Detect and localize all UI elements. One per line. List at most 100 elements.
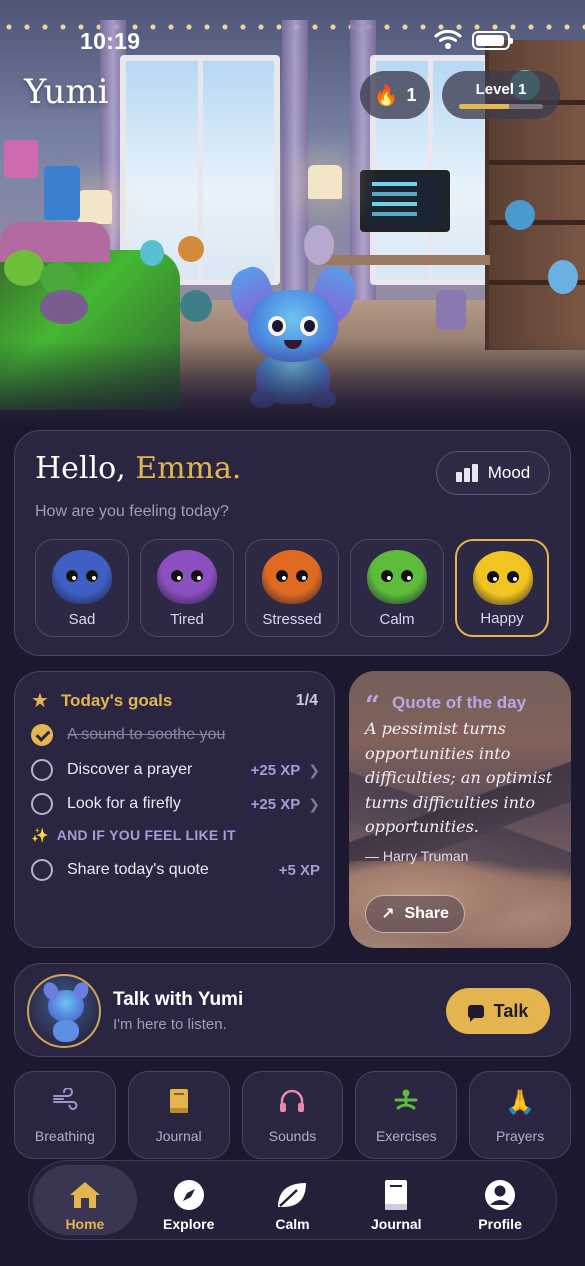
arrow-up-right-icon: ↗ xyxy=(381,906,395,923)
profile-icon xyxy=(448,1179,552,1211)
mood-label: Happy xyxy=(480,610,524,627)
tab-explore[interactable]: Explore xyxy=(137,1165,241,1235)
chevron-right-icon: ❯ xyxy=(308,761,320,778)
stressed-monster-icon xyxy=(262,550,322,604)
goal-item[interactable]: Discover a prayer +25 XP ❯ xyxy=(31,757,320,783)
tab-label: Home xyxy=(65,1216,105,1232)
streak-count: 1 xyxy=(406,84,417,105)
mood-label: Stressed xyxy=(262,611,322,628)
level-badge[interactable]: Level 1 xyxy=(442,71,560,119)
wifi-icon xyxy=(434,29,462,49)
goal-label: Share today's quote xyxy=(67,861,209,878)
share-button[interactable]: ↗ Share xyxy=(365,895,465,933)
mood-label: Tired xyxy=(170,611,204,628)
quote-mark-icon: “ xyxy=(365,691,380,721)
mood-label: Calm xyxy=(379,611,415,628)
chat-bubble-icon xyxy=(467,1004,484,1022)
tab-label: Calm xyxy=(275,1216,310,1232)
tab-home[interactable]: Home xyxy=(33,1165,137,1235)
shelf-toy xyxy=(548,260,578,294)
mood-options: Sad Tired Stressed Calm Happy xyxy=(35,539,552,637)
tool-prayers[interactable]: 🙏 Prayers xyxy=(469,1071,571,1159)
talk-subtitle: I'm here to listen. xyxy=(113,1016,227,1033)
level-progress-fill xyxy=(459,104,510,109)
mood-label: Sad xyxy=(68,611,96,628)
desk xyxy=(320,255,490,265)
mood-question: How are you feeling today? xyxy=(35,503,229,520)
greeting: Hello, Emma. xyxy=(35,451,241,486)
tab-profile[interactable]: Profile xyxy=(448,1165,552,1235)
tool-breathing[interactable]: Breathing xyxy=(14,1071,116,1159)
goal-xp: +25 XP xyxy=(250,795,301,813)
bottom-tab-bar: Home Explore Calm Journal Profile xyxy=(28,1160,557,1240)
quote-title: Quote of the day xyxy=(391,693,527,712)
quote-of-the-day-card: “ Quote of the day A pessimist turns opp… xyxy=(349,671,571,948)
unchecked-circle-icon[interactable] xyxy=(31,793,53,815)
goal-item[interactable]: A sound to soothe you xyxy=(31,722,320,748)
tab-journal[interactable]: Journal xyxy=(344,1165,448,1235)
user-name: Emma. xyxy=(135,451,242,486)
toy-robot xyxy=(436,290,466,330)
tab-calm[interactable]: Calm xyxy=(241,1165,345,1235)
praying-hands-icon: 🙏 xyxy=(505,1089,536,1116)
goal-item[interactable]: Look for a firefly +25 XP ❯ xyxy=(31,791,320,817)
tab-label: Explore xyxy=(163,1216,215,1232)
mood-option-calm[interactable]: Calm xyxy=(350,539,444,637)
leaf-icon xyxy=(241,1179,345,1211)
talk-button[interactable]: Talk xyxy=(446,988,550,1034)
tool-label: Exercises xyxy=(375,1128,437,1144)
shelf-toy xyxy=(505,200,535,230)
app-title: Yumi xyxy=(24,72,109,112)
talk-with-yumi-card[interactable]: Talk with Yumi I'm here to listen. Talk xyxy=(14,963,571,1057)
bar-chart-icon xyxy=(455,464,478,482)
battery-icon xyxy=(472,31,513,50)
star-icon: ★ xyxy=(31,690,49,712)
toy-monster xyxy=(178,236,204,262)
lamp xyxy=(78,190,112,224)
calm-monster-icon xyxy=(367,550,427,604)
tool-label: Journal xyxy=(155,1128,202,1144)
mood-option-stressed[interactable]: Stressed xyxy=(245,539,339,637)
streak-badge[interactable]: 🔥 1 xyxy=(360,71,430,119)
tool-journal[interactable]: Journal xyxy=(127,1071,230,1159)
toy-monster xyxy=(180,290,212,322)
mood-option-happy[interactable]: Happy xyxy=(455,539,549,637)
toy-monster xyxy=(304,225,334,265)
checked-circle-icon[interactable] xyxy=(31,724,53,746)
plush-monster xyxy=(40,290,88,324)
mood-history-button[interactable]: Mood xyxy=(436,451,550,495)
mood-option-tired[interactable]: Tired xyxy=(140,539,234,637)
goal-item[interactable]: Share today's quote +5 XP xyxy=(31,857,320,883)
todays-goals-card: ★ Today's goals 1/4 A sound to soothe yo… xyxy=(14,671,335,948)
wind-icon xyxy=(15,1087,115,1120)
quote-header: “ Quote of the day xyxy=(365,687,526,719)
goals-title: Today's goals xyxy=(60,690,173,710)
meditation-icon xyxy=(356,1088,456,1120)
mood-option-sad[interactable]: Sad xyxy=(35,539,129,637)
mood-button-label: Mood xyxy=(487,463,531,482)
quick-tools: Breathing Journal Sounds Exercises 🙏 Pra… xyxy=(14,1071,571,1159)
chevron-right-icon: ❯ xyxy=(308,795,320,812)
unchecked-circle-icon[interactable] xyxy=(31,859,53,881)
tool-label: Sounds xyxy=(268,1128,317,1144)
sad-monster-icon xyxy=(52,550,112,604)
sparkles-icon: ✨ xyxy=(31,827,49,843)
level-progress-bar xyxy=(459,104,543,109)
goal-label: Look for a firefly xyxy=(67,795,181,812)
toy-monster xyxy=(140,240,164,266)
goals-header: ★ Today's goals 1/4 xyxy=(31,688,318,713)
tab-label: Profile xyxy=(478,1216,522,1232)
talk-button-label: Talk xyxy=(493,1000,529,1021)
quote-author: — Harry Truman xyxy=(365,848,469,864)
tool-exercises[interactable]: Exercises xyxy=(355,1071,458,1159)
quote-text: A pessimist turns opportunities into dif… xyxy=(365,719,553,836)
book-icon xyxy=(344,1179,448,1211)
lamp xyxy=(308,165,342,199)
unchecked-circle-icon[interactable] xyxy=(31,759,53,781)
tab-label: Journal xyxy=(371,1216,422,1232)
optional-goals-label: AND IF YOU FEEL LIKE IT xyxy=(56,827,236,843)
goal-label: Discover a prayer xyxy=(67,761,193,778)
plush-monster xyxy=(4,250,44,286)
tool-sounds[interactable]: Sounds xyxy=(241,1071,344,1159)
tool-label: Prayers xyxy=(495,1128,545,1144)
